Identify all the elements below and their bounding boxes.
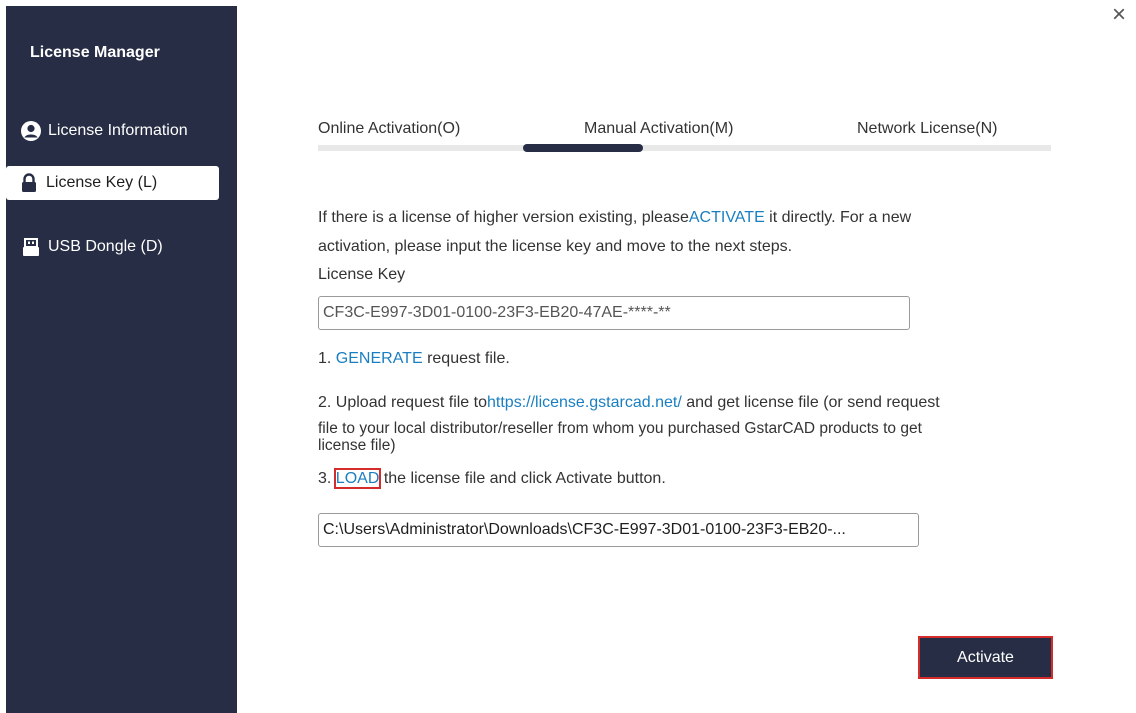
tab-track	[318, 145, 1051, 151]
intro-text-line1: If there is a license of higher version …	[318, 209, 911, 227]
step3-suffix: the license file and click Activate butt…	[379, 470, 666, 487]
close-icon[interactable]: ×	[1108, 3, 1130, 27]
intro-text-line2: activation, please input the license key…	[318, 238, 793, 255]
step1-text: 1. GENERATE request file.	[318, 350, 510, 368]
sidebar-item-label: License Key (L)	[46, 174, 158, 191]
load-link[interactable]: LOAD	[333, 468, 382, 489]
sidebar: License Manager License Information Lice…	[6, 6, 237, 713]
app-title: License Manager	[30, 44, 160, 61]
license-key-label: License Key	[318, 266, 406, 283]
activate-link[interactable]: ACTIVATE	[689, 209, 765, 226]
step2-text-line3: license file)	[318, 437, 396, 454]
user-circle-icon	[20, 120, 42, 142]
step1-suffix: request file.	[422, 350, 510, 367]
step2-text-line2: file to your local distributor/reseller …	[318, 420, 922, 437]
step3-text: 3. LOAD the license file and click Activ…	[318, 468, 666, 489]
sidebar-item-label: USB Dongle (D)	[48, 238, 163, 255]
generate-link[interactable]: GENERATE	[336, 350, 423, 367]
tab-manual-activation[interactable]: Manual Activation(M)	[584, 120, 733, 138]
tab-network-license[interactable]: Network License(N)	[857, 120, 997, 138]
license-key-input[interactable]: CF3C-E997-3D01-0100-23F3-EB20-47AE-****-…	[318, 296, 910, 330]
sidebar-item-label: License Information	[48, 122, 188, 139]
active-tab-indicator	[523, 144, 643, 152]
intro-text: If there is a license of higher version …	[318, 209, 689, 226]
tab-online-activation[interactable]: Online Activation(O)	[318, 120, 460, 138]
step2-suffix: and get license file (or send request	[681, 394, 940, 411]
activate-button[interactable]: Activate	[918, 636, 1053, 679]
license-file-path-field[interactable]: C:\Users\Administrator\Downloads\CF3C-E9…	[318, 513, 919, 547]
step2-prefix: 2. Upload request file to	[318, 394, 487, 411]
intro-text: it directly. For a new	[764, 209, 912, 226]
sidebar-item-usb-dongle[interactable]: USB Dongle (D)	[8, 230, 218, 264]
step3-number: 3.	[318, 470, 336, 487]
sidebar-item-license-information[interactable]: License Information	[8, 114, 218, 148]
step2-text-line1: 2. Upload request file tohttps://license…	[318, 394, 940, 412]
lock-icon	[18, 172, 40, 194]
step1-number: 1.	[318, 350, 336, 367]
usb-icon	[20, 236, 42, 258]
sidebar-item-license-key[interactable]: License Key (L)	[6, 166, 219, 200]
license-portal-link[interactable]: https://license.gstarcad.net/	[487, 394, 682, 411]
